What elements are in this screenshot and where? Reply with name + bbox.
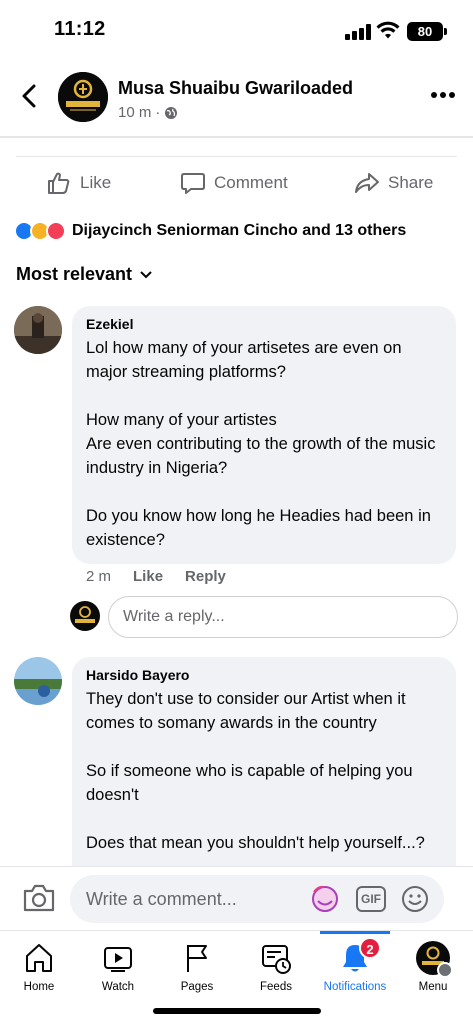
gwarloaded-logo-icon <box>58 72 108 122</box>
nav-feeds-label: Feeds <box>260 981 292 993</box>
comment-composer: Write a comment... GIF <box>0 866 473 930</box>
comment-bubble[interactable]: Harsido Bayero They don't use to conside… <box>72 657 456 887</box>
share-label: Share <box>388 173 434 192</box>
comment-text: Lol how many of your artisetes are even … <box>86 339 436 549</box>
home-icon <box>26 944 52 972</box>
home-indicator[interactable] <box>153 1008 321 1014</box>
nav-menu-label: Menu <box>418 981 448 993</box>
nav-feeds[interactable]: Feeds <box>236 941 316 993</box>
reply-avatar <box>70 601 100 631</box>
comment-input[interactable]: Write a comment... GIF <box>70 875 444 923</box>
nav-pages[interactable]: Pages <box>157 941 237 993</box>
thumbs-up-icon <box>48 172 70 194</box>
chevron-down-icon <box>140 270 152 278</box>
nav-menu[interactable]: Menu <box>393 941 473 993</box>
post-header: Musa Shuaibu Gwariloaded 10 m · <box>0 62 473 134</box>
nav-home[interactable]: Home <box>0 941 79 993</box>
reply-row: Write a reply... <box>70 596 460 638</box>
header-divider <box>0 136 473 138</box>
post-actions: Like Comment Share <box>0 164 473 202</box>
comment-icon <box>181 173 205 194</box>
comment-reply-button[interactable]: Reply <box>185 568 226 585</box>
post-time: 10 m <box>118 104 152 121</box>
video-play-icon <box>104 947 132 972</box>
comment-sort-dropdown[interactable]: Most relevant <box>16 264 152 285</box>
status-bar: 11:12 80 <box>0 0 473 58</box>
reactions-text: Dijaycinch Seniorman Cincho and 13 other… <box>72 222 407 239</box>
comment-author[interactable]: Harsido Bayero <box>86 667 442 683</box>
comment-button[interactable]: Comment <box>180 164 288 202</box>
emoji-icon[interactable] <box>400 884 430 914</box>
nav-notifications-label: Notifications <box>323 981 387 993</box>
nav-notifications[interactable]: 2 Notifications <box>315 937 395 993</box>
active-tab-indicator <box>320 931 390 934</box>
comment-meta: 2 m Like Reply <box>86 568 226 585</box>
comment-placeholder: Write a comment... <box>86 889 237 909</box>
reply-input[interactable]: Write a reply... <box>108 596 458 638</box>
profile-photo-icon <box>14 306 62 354</box>
status-time: 11:12 <box>54 18 106 40</box>
page-name[interactable]: Musa Shuaibu Gwariloaded <box>118 78 353 99</box>
comment-time: 2 m <box>86 568 112 585</box>
avatar-sticker-icon[interactable] <box>310 884 340 914</box>
comment-label: Comment <box>214 173 288 192</box>
comment-author[interactable]: Ezekiel <box>86 316 442 332</box>
nav-watch[interactable]: Watch <box>78 941 158 993</box>
actions-divider <box>16 156 457 157</box>
love-reaction-icon <box>46 221 66 241</box>
nav-home-label: Home <box>23 981 55 993</box>
feeds-clock-icon <box>262 945 291 974</box>
reactions-summary[interactable]: Dijaycinch Seniorman Cincho and 13 other… <box>14 218 406 244</box>
like-label: Like <box>80 173 112 192</box>
cellular-signal-icon <box>345 24 371 40</box>
profile-photo-icon <box>14 657 62 705</box>
camera-icon[interactable] <box>22 883 56 913</box>
share-button[interactable]: Share <box>354 164 433 202</box>
menu-avatar <box>416 941 453 978</box>
more-options-icon[interactable] <box>430 90 456 100</box>
gwarloaded-logo-icon <box>75 606 95 623</box>
back-arrow-icon[interactable] <box>16 82 44 110</box>
gif-button[interactable]: GIF <box>356 886 386 912</box>
comment-text: They don't use to consider our Artist wh… <box>86 690 425 852</box>
flag-icon <box>187 945 207 972</box>
share-arrow-icon <box>355 173 379 193</box>
sort-label: Most relevant <box>16 264 133 284</box>
nav-pages-label: Pages <box>180 981 214 993</box>
notification-badge: 2 <box>359 937 381 959</box>
post-meta: 10 m · <box>118 104 178 121</box>
commenter-avatar[interactable] <box>14 657 62 705</box>
page-avatar[interactable] <box>58 72 108 122</box>
wifi-icon <box>376 21 400 39</box>
battery-indicator: 80 <box>407 22 447 41</box>
menu-hamburger-icon <box>437 962 453 978</box>
like-button[interactable]: Like <box>46 164 111 202</box>
nav-watch-label: Watch <box>101 981 135 993</box>
commenter-avatar[interactable] <box>14 306 62 354</box>
comment-like-button[interactable]: Like <box>133 568 163 585</box>
globe-icon <box>165 106 178 119</box>
comment-bubble[interactable]: Ezekiel Lol how many of your artisetes a… <box>72 306 456 564</box>
